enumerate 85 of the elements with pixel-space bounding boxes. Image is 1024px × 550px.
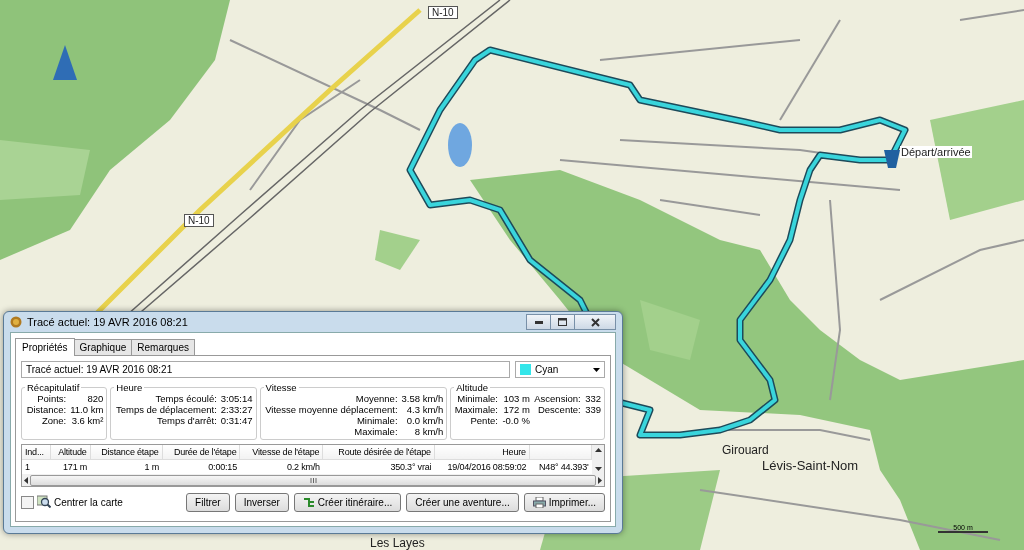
tab[interactable]: Graphique [73, 339, 133, 355]
magnifier-map-icon [37, 495, 51, 508]
stat-label: Maximale: [353, 426, 398, 437]
scroll-left-icon [24, 476, 28, 484]
window-title: Tracé actuel: 19 AVR 2016 08:21 [27, 316, 189, 328]
stat-label: Zone: [40, 415, 67, 426]
group-title: Vitesse [264, 382, 298, 393]
stat-value: 3:05:14 [220, 393, 253, 404]
column-header[interactable]: Route désirée de l'étape [322, 445, 435, 460]
map-label: N-10 [428, 6, 458, 19]
stat-label: Ascension: [533, 393, 581, 404]
stat-value: 339 [584, 404, 601, 415]
stat-value: 3.6 km² [70, 415, 104, 426]
table-cell: 1 m [90, 459, 162, 474]
column-header[interactable]: Distance étape [90, 445, 162, 460]
stat-value: 2:33:27 [220, 404, 253, 415]
stat-label: Vitesse moyenne déplacement: [264, 404, 398, 415]
scroll-up-icon [594, 448, 602, 452]
printer-icon [532, 497, 546, 508]
map-label: Départ/arrivée [900, 146, 972, 159]
stat-value: 4.3 km/h [405, 404, 444, 415]
table-cell: 171 m [50, 459, 91, 474]
route-icon [302, 497, 315, 508]
table-cell: N48° 44.393' [529, 459, 592, 474]
app-icon [10, 316, 22, 328]
stat-label: Maximale: [454, 404, 498, 415]
minimize-icon [534, 320, 543, 324]
stat-value: 0.0 km/h [405, 415, 444, 426]
stat-value: -0.0 % [501, 415, 530, 426]
dropdown-value: Cyan [535, 364, 560, 375]
dropdown-arrow-icon [593, 367, 600, 372]
track-name-field[interactable]: Tracé actuel: 19 AVR 2016 08:21 [21, 361, 510, 378]
stat-label: Temps d'arrêt: [155, 415, 217, 426]
stat-label: Minimale: [355, 415, 398, 426]
table-cell: 1 [22, 459, 51, 474]
stat-label: Pente: [469, 415, 498, 426]
column-header[interactable]: Ind... [22, 445, 51, 460]
stat-value: 103 m [502, 393, 530, 404]
maximize-icon [558, 318, 567, 326]
table-cell: 0.2 km/h [239, 459, 323, 474]
stat-label: Distance: [25, 404, 67, 415]
stat-label: Moyenne: [354, 393, 398, 404]
stat-label: Minimale: [456, 393, 498, 404]
table-cell: 19/04/2016 08:59:02 [434, 459, 530, 474]
action-button[interactable]: Inverser [234, 493, 289, 512]
stat-value: 11.0 km [70, 404, 104, 415]
checkbox[interactable] [21, 496, 34, 509]
group-title: Altitude [455, 382, 489, 393]
stat-value: 8 km/h [413, 426, 444, 437]
table-cell: 350.3° vrai [322, 459, 435, 474]
column-header[interactable]: Heure [434, 445, 530, 460]
group-title: Heure [115, 382, 144, 393]
action-button[interactable]: Filtrer [186, 493, 230, 512]
close-button[interactable] [574, 314, 616, 330]
close-icon [590, 317, 600, 327]
column-header[interactable]: Durée de l'étape [162, 445, 240, 460]
map-label: Girouard [722, 444, 769, 458]
minimize-button[interactable] [526, 314, 551, 330]
map-label: Les Layes [370, 537, 425, 550]
column-header[interactable]: Altitude [50, 445, 91, 460]
tab[interactable]: Remarques [131, 339, 195, 355]
action-button[interactable]: Imprimer... [523, 493, 605, 512]
stat-label: Temps écoulé: [154, 393, 217, 404]
table-cell: 0:00:15 [162, 459, 240, 474]
stat-value: 0:31:47 [220, 415, 253, 426]
stat-value: 172 m [502, 404, 530, 415]
stat-label: Temps de déplacement: [114, 404, 217, 415]
vertical-scrollbar[interactable] [592, 445, 604, 474]
group-title: Récapitulatif [26, 382, 81, 393]
scroll-right-icon [598, 476, 602, 484]
action-button[interactable]: Créer une aventure... [406, 493, 519, 512]
flag-icon [884, 150, 900, 168]
map-label: N-10 [184, 214, 214, 227]
color-dropdown[interactable]: Cyan [515, 361, 605, 378]
maximize-button[interactable] [550, 314, 575, 330]
map-label: Lévis-Saint-Nom [762, 459, 859, 474]
checkbox-label: Centrer la carte [54, 497, 123, 508]
stat-label: Points: [36, 393, 67, 404]
column-header[interactable]: Vitesse de l'étape [239, 445, 323, 460]
stat-value: 332 [584, 393, 601, 404]
tab[interactable]: Propriétés [15, 338, 75, 356]
action-button[interactable]: Créer itinéraire... [293, 493, 402, 512]
stat-value: 820 [86, 393, 104, 404]
stat-value: 3.58 km/h [401, 393, 444, 404]
stat-label: Descente: [536, 404, 581, 415]
